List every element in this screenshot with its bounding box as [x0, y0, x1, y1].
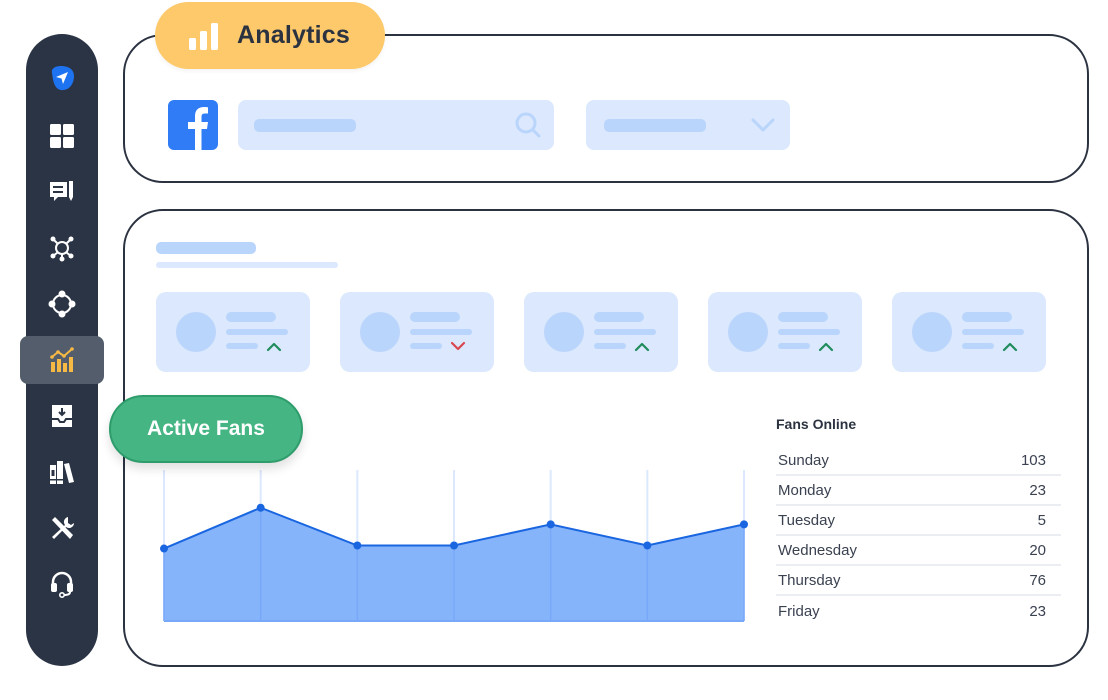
- wrench-screwdriver-icon: [52, 517, 74, 539]
- trend-down-icon: [450, 341, 466, 351]
- day-label: Friday: [778, 602, 820, 620]
- active-fans-chart: [160, 470, 748, 622]
- stat-card[interactable]: [708, 292, 862, 372]
- stat-card[interactable]: [340, 292, 494, 372]
- table-row: Wednesday 20: [776, 536, 1061, 566]
- stat-avatar: [360, 312, 400, 352]
- data-point[interactable]: [256, 503, 265, 512]
- inbox-download-icon: [52, 405, 72, 427]
- table-row: Monday 23: [776, 476, 1061, 506]
- active-fans-label: Active Fans: [147, 417, 265, 440]
- stat-value-placeholder: [594, 329, 656, 335]
- stat-value-placeholder: [410, 329, 472, 335]
- table-row: Sunday 103: [776, 446, 1061, 476]
- headset-icon: [51, 571, 73, 598]
- table-row: Tuesday 5: [776, 506, 1061, 536]
- data-point[interactable]: [450, 541, 458, 550]
- stat-title-placeholder: [410, 312, 460, 322]
- bar-chart-icon: [189, 22, 218, 50]
- section-subtitle-placeholder: [156, 262, 338, 268]
- day-label: Thursday: [778, 571, 841, 589]
- active-fans-badge: Active Fans: [109, 395, 303, 463]
- day-label: Wednesday: [778, 541, 857, 559]
- sidebar-item-dashboard[interactable]: [26, 112, 98, 160]
- search-placeholder: [254, 119, 356, 132]
- stat-avatar: [176, 312, 216, 352]
- data-point[interactable]: [643, 541, 652, 550]
- trend-up-icon: [266, 342, 282, 352]
- fans-count: 23: [1029, 602, 1046, 620]
- stat-caption-placeholder: [594, 343, 626, 349]
- day-label: Sunday: [778, 451, 829, 469]
- fans-count: 76: [1029, 571, 1046, 589]
- stat-card[interactable]: [156, 292, 310, 372]
- stat-title-placeholder: [962, 312, 1012, 322]
- network-hub-icon: [50, 236, 74, 262]
- sidebar-item-library[interactable]: [26, 448, 98, 496]
- fans-count: 23: [1029, 481, 1046, 499]
- stat-caption-placeholder: [410, 343, 442, 349]
- data-point[interactable]: [546, 520, 555, 529]
- data-point[interactable]: [353, 541, 362, 550]
- day-label: Tuesday: [778, 511, 835, 529]
- trend-up-icon: [1002, 342, 1018, 352]
- sidebar-item-connections[interactable]: [26, 280, 98, 328]
- sidebar-item-send[interactable]: [26, 54, 98, 102]
- sidebar-item-tools[interactable]: [26, 504, 98, 552]
- stat-title-placeholder: [778, 312, 828, 322]
- day-label: Monday: [778, 481, 832, 499]
- facebook-icon[interactable]: [168, 100, 218, 150]
- fans-online-title: Fans Online: [776, 416, 857, 432]
- stat-avatar: [728, 312, 768, 352]
- search-icon[interactable]: [514, 111, 542, 139]
- sidebar-item-network[interactable]: [26, 224, 98, 272]
- chevron-down-icon[interactable]: [750, 114, 776, 136]
- fans-count: 5: [1037, 511, 1046, 529]
- stat-value-placeholder: [226, 329, 288, 335]
- stat-card[interactable]: [524, 292, 678, 372]
- stat-caption-placeholder: [778, 343, 810, 349]
- dropdown-value: [604, 119, 706, 132]
- stat-title-placeholder: [226, 312, 276, 322]
- analytics-title-badge: Analytics: [155, 2, 385, 69]
- fans-count: 20: [1029, 541, 1046, 559]
- fans-online-table: Fans Online Sunday 103 Monday 23 Tuesday 5 Wed…: [776, 416, 1061, 626]
- stat-card[interactable]: [892, 292, 1046, 372]
- page-title: Analytics: [237, 21, 350, 49]
- sidebar: [20, 34, 104, 666]
- stat-avatar: [544, 312, 584, 352]
- sidebar-item-inbox[interactable]: [26, 392, 98, 440]
- stat-avatar: [912, 312, 952, 352]
- sidebar-item-messages[interactable]: [26, 168, 98, 216]
- sidebar-item-analytics[interactable]: [20, 336, 104, 384]
- trend-up-icon: [634, 342, 650, 352]
- sidebar-item-support[interactable]: [26, 560, 98, 608]
- search-input[interactable]: [238, 100, 554, 150]
- grid-icon: [50, 124, 74, 148]
- stat-caption-placeholder: [962, 343, 994, 349]
- comment-edit-icon: [50, 181, 73, 201]
- analytics-chart-icon: [50, 347, 74, 372]
- paper-plane-icon: [51, 66, 74, 91]
- books-icon: [50, 461, 74, 484]
- stat-title-placeholder: [594, 312, 644, 322]
- section-title-placeholder: [156, 242, 256, 254]
- data-point[interactable]: [740, 520, 748, 529]
- table-row: Thursday 76: [776, 566, 1061, 596]
- table-row: Friday 23: [776, 596, 1061, 626]
- stat-value-placeholder: [962, 329, 1024, 335]
- data-point[interactable]: [160, 544, 168, 553]
- filter-dropdown[interactable]: [586, 100, 790, 150]
- fans-count: 103: [1020, 451, 1046, 469]
- stat-value-placeholder: [778, 329, 840, 335]
- nodes-circle-icon: [48, 290, 76, 318]
- stat-caption-placeholder: [226, 343, 258, 349]
- trend-up-icon: [818, 342, 834, 352]
